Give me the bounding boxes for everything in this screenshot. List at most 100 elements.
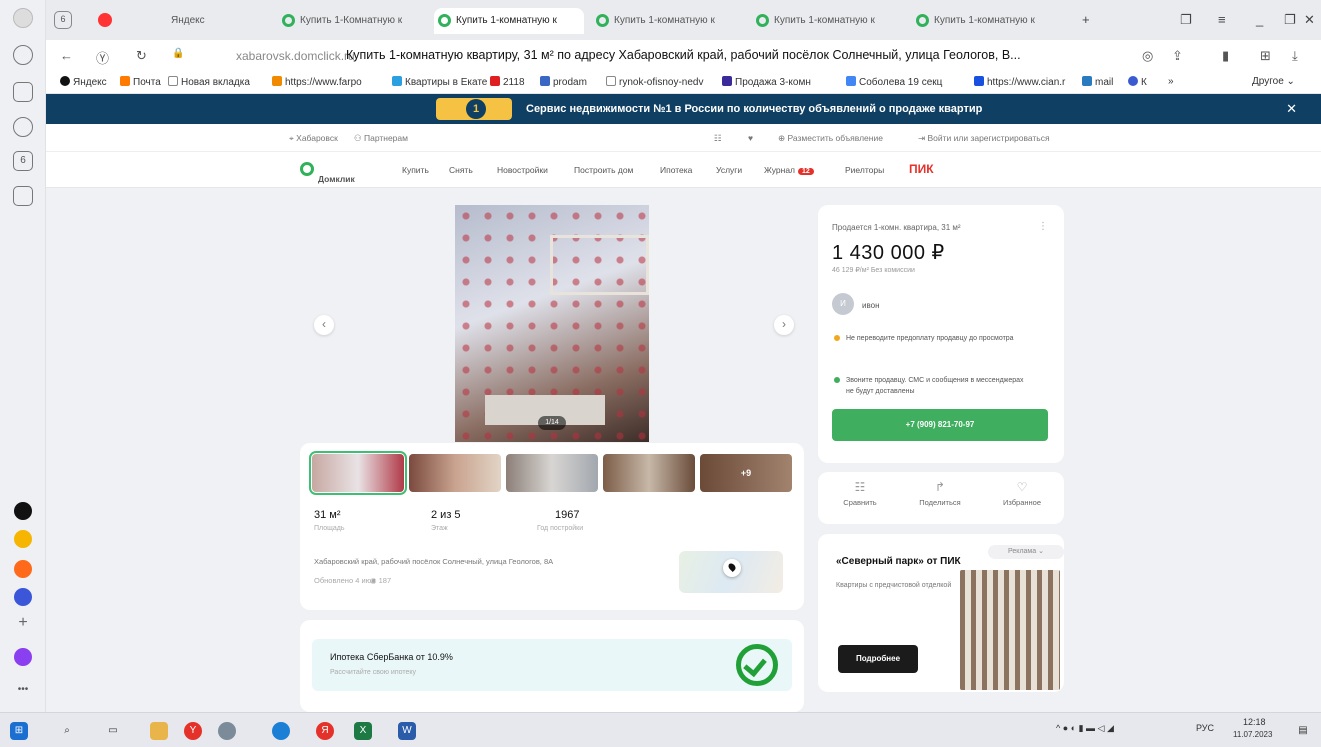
clock-date[interactable]: 11.07.2023 xyxy=(1233,730,1272,739)
mortgage-banner[interactable]: Ипотека СберБанка от 10.9% Рассчитайте с… xyxy=(312,639,792,691)
options-icon[interactable]: ⋮ xyxy=(1038,221,1048,232)
history-icon[interactable] xyxy=(13,45,33,65)
favorite-button[interactable]: ♡ Избранное xyxy=(982,480,1062,507)
thumbnail[interactable] xyxy=(409,454,501,492)
bookmark-item[interactable]: https://www.cian.r xyxy=(974,76,1065,88)
thumbnail[interactable] xyxy=(603,454,695,492)
ad-more-button[interactable]: Подробнее xyxy=(838,645,918,673)
menu-icon[interactable]: ≡ xyxy=(1218,12,1226,27)
nav-journal[interactable]: Журнал 12 xyxy=(764,165,814,175)
post-ad-link[interactable]: ⊕ Разместить объявление xyxy=(778,133,883,144)
app-icon[interactable] xyxy=(218,722,236,740)
tray-icons[interactable]: ^ ● ◐ ▮ ▬ ◁ ◢ xyxy=(1056,723,1114,734)
nav-realtors[interactable]: Риелторы xyxy=(845,165,884,175)
notifications-icon[interactable]: ▤ xyxy=(1294,722,1312,740)
bookmark-item[interactable]: https://www.farpo xyxy=(272,76,362,88)
bookmark-item[interactable]: Яндекс xyxy=(60,76,107,88)
phone-button[interactable]: +7 (909) 821-70-97 xyxy=(832,409,1048,441)
partners-link[interactable]: ⚇ Партнерам xyxy=(354,133,408,144)
next-photo-button[interactable]: › xyxy=(774,315,794,335)
city-link[interactable]: ⌖ Хабаровск xyxy=(289,133,338,144)
site-logo[interactable]: Домклик xyxy=(300,161,355,184)
nav-buy[interactable]: Купить xyxy=(402,165,429,175)
minimize-icon[interactable]: _ xyxy=(1256,12,1263,27)
bookmark-item[interactable]: Квартиры в Екате xyxy=(392,76,487,88)
profile-icon[interactable] xyxy=(13,8,33,28)
tab-active[interactable]: Купить 1-комнатную к xyxy=(434,8,584,34)
clock-time[interactable]: 12:18 xyxy=(1243,717,1266,727)
main-photo[interactable] xyxy=(455,205,649,442)
address-domain[interactable]: xabarovsk.domclick.ru xyxy=(236,49,355,63)
screenshot-icon[interactable] xyxy=(13,186,33,206)
bookmark-item[interactable]: Продажа 3-комн xyxy=(722,76,811,88)
bookmark-item[interactable]: rynok-ofisnoy-nedv xyxy=(606,76,703,88)
tab-yandex[interactable]: Яндекс xyxy=(171,8,271,34)
thumbnail[interactable] xyxy=(309,451,407,495)
compare-nav-icon[interactable]: ☷ xyxy=(714,133,722,144)
excel-icon[interactable]: X xyxy=(354,722,372,740)
bookmark-item[interactable]: Почта xyxy=(120,76,161,88)
add-icon[interactable]: + xyxy=(14,615,32,633)
restore-icon[interactable]: ❐ xyxy=(1284,12,1296,28)
bookmark-item[interactable]: Новая вкладка xyxy=(168,76,250,88)
prev-photo-button[interactable]: ‹ xyxy=(314,315,334,335)
compare-button[interactable]: ☷ Сравнить xyxy=(820,480,900,507)
yandex-icon[interactable]: Я xyxy=(316,722,334,740)
play-icon[interactable] xyxy=(13,117,33,137)
nav-pik[interactable]: ПИК xyxy=(909,162,934,176)
counter-icon[interactable]: 6 xyxy=(13,151,33,171)
task-view-icon[interactable]: ▭ xyxy=(104,722,122,740)
back-icon[interactable]: ← xyxy=(60,48,73,63)
nav-new[interactable]: Новостройки xyxy=(497,165,548,175)
bookmarks-overflow-icon[interactable]: » xyxy=(1168,76,1174,87)
nav-mortgage[interactable]: Ипотека xyxy=(660,165,692,175)
ad-tag[interactable]: Реклама ⌄ xyxy=(988,545,1064,559)
new-tab-icon[interactable]: + xyxy=(1082,12,1090,27)
share-button[interactable]: ↱ Поделиться xyxy=(900,480,980,507)
extensions-icon[interactable]: ⊞ xyxy=(1260,48,1271,64)
language-indicator[interactable]: РУС xyxy=(1196,723,1214,733)
tabs-icon[interactable]: ❐ xyxy=(1180,12,1192,28)
tab-1[interactable]: Купить 1-Комнатную к xyxy=(278,8,428,34)
bookmark-item[interactable]: mail xyxy=(1082,76,1113,88)
download-icon[interactable]: ⤓ xyxy=(1292,48,1298,64)
thumbnail-more[interactable]: +9 xyxy=(700,454,792,492)
app-icon-blue[interactable] xyxy=(14,588,32,606)
collections-icon[interactable] xyxy=(13,82,33,102)
explorer-icon[interactable] xyxy=(150,722,168,740)
share-icon[interactable]: ⇪ xyxy=(1172,48,1183,64)
bookmark-item[interactable]: К xyxy=(1128,76,1147,88)
tab-count[interactable]: 6 xyxy=(54,11,72,29)
edge-icon[interactable] xyxy=(272,722,290,740)
promo-close-icon[interactable]: ✕ xyxy=(1286,101,1297,117)
map-preview[interactable] xyxy=(679,551,783,593)
mail-icon[interactable] xyxy=(14,560,32,578)
login-link[interactable]: ⇥ Войти или зарегистрироваться xyxy=(918,133,1050,144)
start-icon[interactable]: ⊞ xyxy=(10,722,28,740)
word-icon[interactable]: W xyxy=(398,722,416,740)
more-icon[interactable]: ••• xyxy=(14,684,32,702)
tab-5[interactable]: Купить 1-комнатную к xyxy=(912,8,1062,34)
search-icon[interactable]: ⌕ xyxy=(58,722,76,740)
app-icon-yellow[interactable] xyxy=(14,530,32,548)
bookmark-item[interactable]: Соболева 19 секц xyxy=(846,76,942,88)
close-icon[interactable]: ✕ xyxy=(1304,12,1315,28)
bookmark-item[interactable]: 2118 xyxy=(490,76,525,88)
yandex-browser-icon[interactable]: Y xyxy=(184,722,202,740)
heart-nav-icon[interactable]: ♥ xyxy=(748,133,753,143)
tab-4[interactable]: Купить 1-комнатную к xyxy=(752,8,902,34)
alice-icon[interactable] xyxy=(14,648,32,666)
bookmark-item[interactable]: prodam xyxy=(540,76,587,88)
app-icon-black[interactable] xyxy=(14,502,32,520)
lens-icon[interactable]: ◎ xyxy=(1142,48,1153,64)
bookmark-icon[interactable]: ▮ xyxy=(1222,48,1229,64)
reload-icon[interactable]: ↻ xyxy=(136,48,147,64)
nav-services[interactable]: Услуги xyxy=(716,165,742,175)
nav-rent[interactable]: Снять xyxy=(449,165,473,175)
bookmarks-other[interactable]: Другое ⌄ xyxy=(1252,76,1295,87)
yandex-y-icon[interactable]: Ⓨ xyxy=(96,48,109,67)
nav-build[interactable]: Построить дом xyxy=(574,165,633,175)
seller-name[interactable]: ивон xyxy=(862,301,880,310)
tab-3[interactable]: Купить 1-комнатную к xyxy=(592,8,742,34)
thumbnail[interactable] xyxy=(506,454,598,492)
